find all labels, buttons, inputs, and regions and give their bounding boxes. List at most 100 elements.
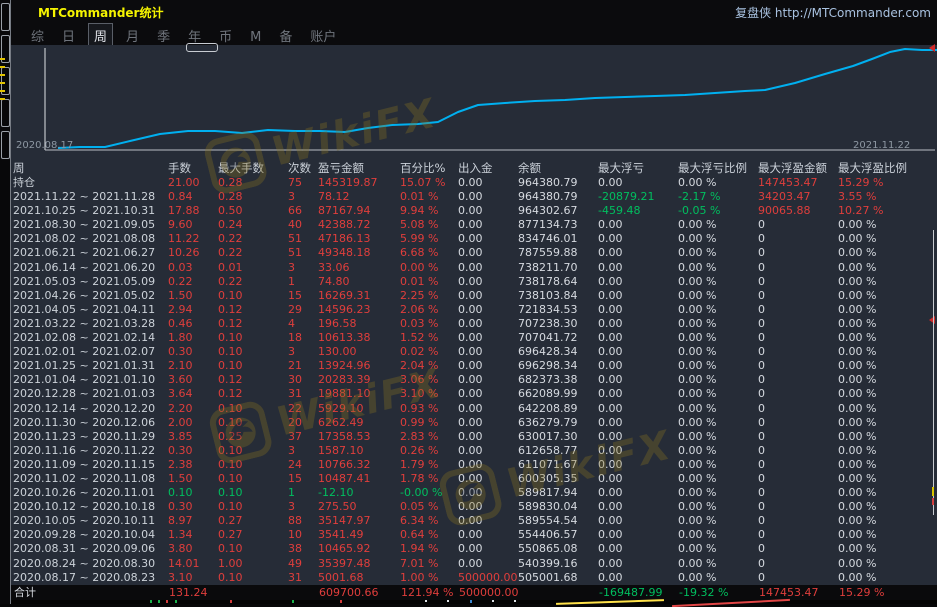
column-header[interactable]: 余额 (518, 160, 598, 176)
cell: 550865.08 (518, 542, 598, 556)
menu-item-月[interactable]: 月 (121, 24, 144, 47)
menu-item-账户[interactable]: 账户 (305, 24, 341, 47)
menu-item-备[interactable]: 备 (274, 24, 297, 47)
cell: 2020.08.24 ~ 2020.08.30 (10, 557, 168, 571)
cell: 0 (758, 402, 838, 416)
scrollbar[interactable] (933, 230, 934, 515)
table-row[interactable]: 2020.09.28 ~ 2020.10.041.340.27103541.49… (10, 528, 937, 542)
column-header[interactable]: 最大浮盈比例 (838, 160, 937, 176)
cell: 0.00 (458, 261, 518, 275)
cell: 2021.01.04 ~ 2021.01.10 (10, 373, 168, 387)
cell: 3 (288, 261, 318, 275)
totals-row[interactable]: 合计131.24609700.66121.94 %500000.00-16948… (10, 585, 937, 600)
table-row[interactable]: 2021.04.26 ~ 2021.05.021.500.101516269.3… (10, 289, 937, 303)
cell: 0.00 % (838, 430, 937, 444)
cell: 0 (758, 261, 838, 275)
cell: 0.00 (458, 345, 518, 359)
cell: 0.00 (458, 430, 518, 444)
rail-button-icon[interactable] (1, 131, 10, 159)
cell: 90065.88 (758, 204, 838, 218)
cell: 609700.66 (319, 585, 401, 600)
rail-button-icon[interactable] (1, 99, 10, 127)
cell: 0.00 (598, 303, 678, 317)
column-header[interactable]: 手数 (168, 160, 218, 176)
cell: 0.00 % (678, 416, 758, 430)
table-row[interactable]: 2021.01.25 ~ 2021.01.312.100.102113924.9… (10, 359, 937, 373)
column-header[interactable]: 百分比% (400, 160, 458, 176)
table-row[interactable]: 2021.08.02 ~ 2021.08.0811.220.225147186.… (10, 232, 937, 246)
table-row[interactable]: 2020.11.09 ~ 2020.11.152.380.102410766.3… (10, 458, 937, 472)
cell: 2021.06.21 ~ 2021.06.27 (10, 246, 168, 260)
table-row[interactable]: 2021.02.01 ~ 2021.02.070.300.103130.000.… (10, 345, 937, 359)
table-row[interactable]: 2020.11.23 ~ 2020.11.293.850.253717358.5… (10, 430, 937, 444)
table-row[interactable]: 2021.01.04 ~ 2021.01.103.600.123020283.3… (10, 373, 937, 387)
cell: 0.00 (598, 472, 678, 486)
cell: 0 (758, 359, 838, 373)
cell: 9.60 (168, 218, 218, 232)
column-header[interactable]: 最大浮亏 (598, 160, 678, 176)
table-row[interactable]: 2021.05.03 ~ 2021.05.090.220.22174.800.0… (10, 275, 937, 289)
cell: 500000.00 (459, 585, 519, 600)
cell: 2021.08.30 ~ 2021.09.05 (10, 218, 168, 232)
table-row[interactable]: 2021.04.05 ~ 2021.04.112.940.122914596.2… (10, 303, 937, 317)
table-row[interactable]: 2020.10.12 ~ 2020.10.180.300.103275.500.… (10, 500, 937, 514)
cell: 0.50 (218, 204, 288, 218)
cell: 2020.08.31 ~ 2020.09.06 (10, 542, 168, 556)
cell: 0.00 (598, 542, 678, 556)
cell: 3 (288, 444, 318, 458)
table-row[interactable]: 2020.08.24 ~ 2020.08.3014.011.004935397.… (10, 557, 937, 571)
table-row[interactable]: 2020.08.17 ~ 2020.08.233.100.10315001.68… (10, 571, 937, 585)
table-row[interactable]: 2021.06.21 ~ 2021.06.2710.260.225149348.… (10, 246, 937, 260)
cell: 0.00 % (678, 430, 758, 444)
table-row[interactable]: 2020.11.30 ~ 2020.12.062.000.10206262.49… (10, 416, 937, 430)
right-edge-marker-icon (929, 316, 935, 324)
table-row[interactable]: 2020.12.28 ~ 2021.01.033.640.123119881.1… (10, 387, 937, 401)
cell: 0.10 (218, 542, 288, 556)
app-title: MTCommander统计 (38, 4, 163, 21)
column-header[interactable]: 最大手数 (218, 160, 288, 176)
cell: 0.10 (218, 571, 288, 585)
cell: 0 (758, 373, 838, 387)
table-row[interactable]: 2021.10.25 ~ 2021.10.3117.880.506687167.… (10, 204, 937, 218)
menu-item-日[interactable]: 日 (57, 24, 80, 47)
table-row[interactable]: 2021.08.30 ~ 2021.09.059.600.244042388.7… (10, 218, 937, 232)
cell: 2020.12.28 ~ 2021.01.03 (10, 387, 168, 401)
table-row[interactable]: 2020.10.05 ~ 2020.10.118.970.278835147.9… (10, 514, 937, 528)
table-row[interactable]: 2021.02.08 ~ 2021.02.141.800.101810613.3… (10, 331, 937, 345)
cell: 0.00 % (678, 289, 758, 303)
table-row[interactable]: 2021.03.22 ~ 2021.03.280.460.124196.580.… (10, 317, 937, 331)
cell: 0.99 % (400, 416, 458, 430)
cell: 10 (288, 528, 318, 542)
table-row[interactable]: 2021.11.22 ~ 2021.11.280.840.28378.120.0… (10, 190, 937, 204)
column-header[interactable]: 盈亏金额 (318, 160, 400, 176)
column-header[interactable]: 周 (10, 160, 168, 176)
column-header[interactable]: 次数 (288, 160, 318, 176)
clipped-dropdown-fragment (186, 43, 218, 52)
cell: 131.24 (169, 585, 219, 600)
table-row[interactable]: 2020.11.16 ~ 2020.11.220.300.1031587.100… (10, 444, 937, 458)
column-header[interactable]: 最大浮盈金额 (758, 160, 838, 176)
table-row[interactable]: 2020.08.31 ~ 2020.09.063.800.103810465.9… (10, 542, 937, 556)
table-row[interactable]: 持仓21.000.2875145319.8715.07 %0.00964380.… (10, 176, 937, 190)
menu-item-季[interactable]: 季 (152, 24, 175, 47)
table-row[interactable]: 2020.12.14 ~ 2020.12.202.200.10225929.10… (10, 402, 937, 416)
cell: 30 (288, 373, 318, 387)
column-header[interactable]: 出入金 (458, 160, 518, 176)
cell: 0.00 % (838, 331, 937, 345)
table-row[interactable]: 2020.10.26 ~ 2020.11.010.100.101-12.10-0… (10, 486, 937, 500)
cell: 877134.73 (518, 218, 598, 232)
cell: 0.00 % (838, 261, 937, 275)
column-header[interactable]: 最大浮亏比例 (678, 160, 758, 176)
cell: 0.00 % (678, 486, 758, 500)
menu-item-综[interactable]: 综 (26, 24, 49, 47)
cell: 696298.34 (518, 359, 598, 373)
cell: 0.10 (218, 359, 288, 373)
cell: 0.26 % (400, 444, 458, 458)
table-row[interactable]: 2021.06.14 ~ 2021.06.200.030.01333.060.0… (10, 261, 937, 275)
cell: 0.46 (168, 317, 218, 331)
brand-link[interactable]: 复盘侠 http://MTCommander.com (735, 4, 931, 21)
table-row[interactable]: 2020.11.02 ~ 2020.11.081.500.101510487.4… (10, 472, 937, 486)
cell: 0.00 (458, 402, 518, 416)
rail-button-icon[interactable] (1, 3, 10, 31)
cell: 121.94 % (401, 585, 459, 600)
